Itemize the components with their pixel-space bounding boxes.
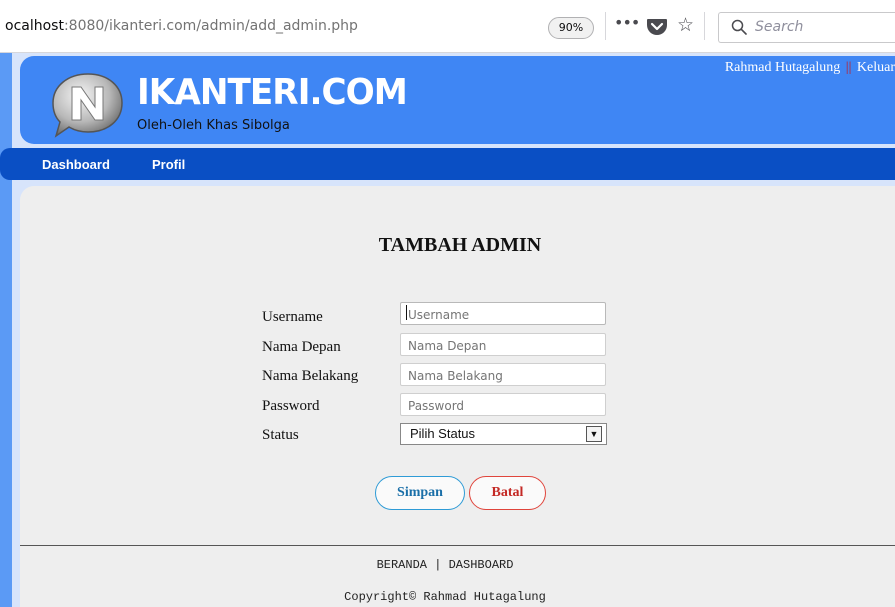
address-bar[interactable]: ocalhost:8080/ikanteri.com/admin/add_adm…: [5, 18, 358, 34]
zoom-indicator[interactable]: 90%: [548, 17, 594, 39]
footer-link-separator: |: [434, 558, 442, 572]
status-label: Status: [262, 427, 299, 443]
logout-link[interactable]: Keluar: [857, 60, 895, 75]
nav-item-profil[interactable]: Profil: [152, 157, 185, 172]
search-icon: [731, 19, 747, 35]
user-menu: Rahmad Hutagalung || Keluar: [725, 60, 895, 76]
main-nav: Dashboard Profil: [0, 148, 895, 180]
site-brand: IKANTERI.COM: [137, 72, 408, 113]
batal-button[interactable]: Batal: [469, 476, 546, 510]
toolbar-divider: [704, 12, 705, 40]
url-host: ocalhost: [5, 18, 64, 34]
browser-toolbar: ocalhost:8080/ikanteri.com/admin/add_adm…: [0, 0, 895, 53]
nama-belakang-input[interactable]: [400, 363, 606, 386]
status-select[interactable]: Pilih Status: [400, 423, 607, 445]
nama-belakang-label: Nama Belakang: [262, 368, 359, 384]
password-input[interactable]: [400, 393, 606, 416]
footer-divider: [20, 545, 895, 546]
nama-depan-input[interactable]: [400, 333, 606, 356]
url-path: :8080/ikanteri.com/admin/add_admin.php: [63, 18, 358, 34]
footer-link-dashboard[interactable]: DASHBOARD: [449, 558, 514, 572]
pocket-icon[interactable]: [646, 16, 668, 36]
toolbar-divider: [605, 12, 606, 40]
site-tagline: Oleh-Oleh Khas Sibolga: [137, 118, 290, 133]
bookmark-star-icon[interactable]: ☆: [677, 14, 694, 36]
text-caret: [406, 305, 407, 320]
nama-depan-label: Nama Depan: [262, 339, 341, 355]
dropdown-arrow-icon[interactable]: ▼: [586, 426, 602, 442]
username-input[interactable]: [400, 302, 606, 325]
password-label: Password: [262, 398, 320, 414]
footer-links: BERANDA | DASHBOARD: [0, 558, 890, 572]
copyright-text: Copyright© Rahmad Hutagalung: [344, 590, 546, 604]
page-title: TAMBAH ADMIN: [378, 234, 542, 256]
simpan-button[interactable]: Simpan: [375, 476, 465, 510]
logo-n-icon: [52, 73, 123, 138]
user-separator: ||: [845, 60, 852, 75]
search-box[interactable]: Search: [718, 12, 895, 43]
search-placeholder: Search: [755, 19, 804, 35]
nav-item-dashboard[interactable]: Dashboard: [42, 157, 110, 172]
page-left-stripe: [0, 53, 12, 607]
page-actions-icon[interactable]: •••: [614, 13, 640, 32]
username-label: Username: [262, 309, 323, 325]
user-name[interactable]: Rahmad Hutagalung: [725, 60, 840, 75]
footer-link-beranda[interactable]: BERANDA: [377, 558, 427, 572]
